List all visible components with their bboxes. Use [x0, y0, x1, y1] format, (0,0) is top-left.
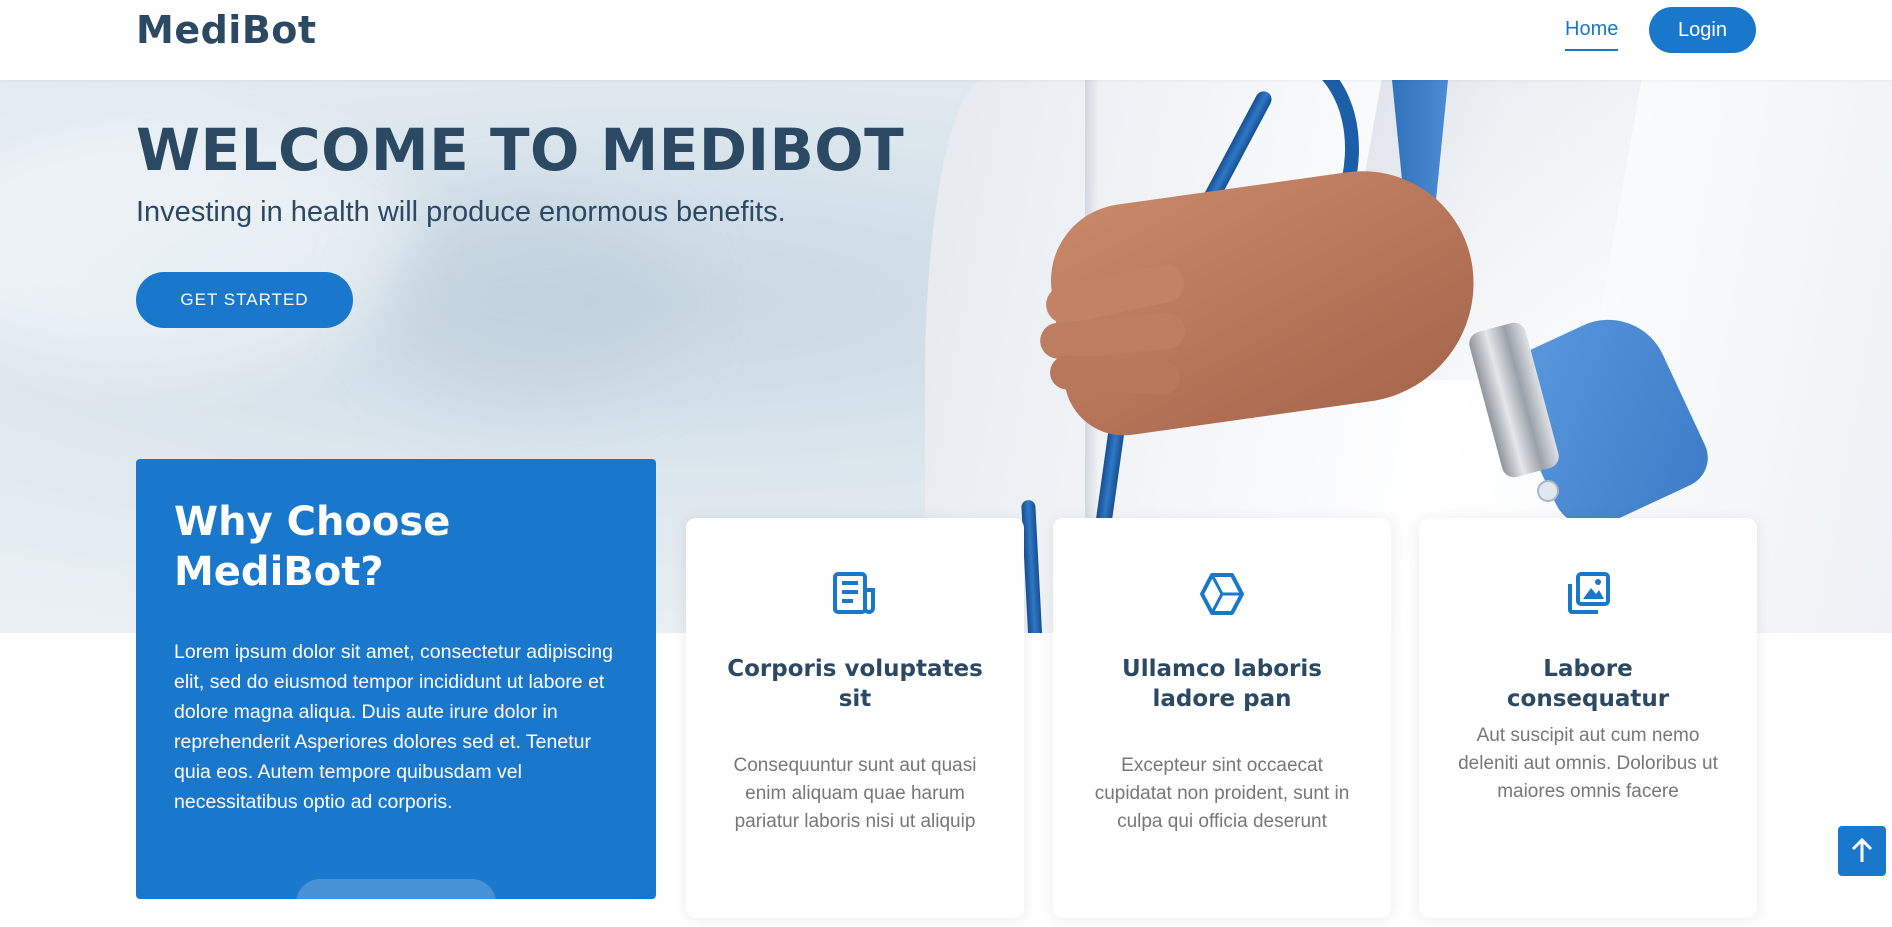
- cube-icon: [1200, 573, 1244, 615]
- nav-home-link[interactable]: Home: [1565, 18, 1619, 51]
- images-icon: [1568, 572, 1610, 614]
- back-to-top-button[interactable]: [1838, 826, 1886, 876]
- login-button[interactable]: Login: [1649, 7, 1756, 53]
- site-logo[interactable]: MediBot: [136, 8, 317, 52]
- hero-title: WELCOME TO MEDIBOT: [136, 116, 905, 184]
- feature-card: Labore consequatur Aut suscipit aut cum …: [1419, 518, 1757, 918]
- site-header: MediBot Home Login: [0, 0, 1892, 80]
- feature-card-title: Labore consequatur: [1506, 656, 1670, 712]
- feature-card-title: Corporis voluptates sit: [727, 656, 983, 712]
- learn-more-button[interactable]: [296, 879, 496, 927]
- feature-card-text: Aut suscipit aut cum nemo deleniti aut o…: [1458, 725, 1718, 802]
- hero-subtitle: Investing in health will produce enormou…: [136, 196, 786, 228]
- cuff-button: [1537, 480, 1559, 502]
- feature-card-text: Excepteur sint occaecat cupidatat non pr…: [1094, 755, 1350, 832]
- hero-background-shade: [380, 200, 680, 400]
- receipt-icon: [833, 572, 875, 614]
- feature-card: Corporis voluptates sit Consequuntur sun…: [686, 518, 1024, 918]
- feature-card-title: Ullamco laboris ladore pan: [1122, 656, 1322, 712]
- get-started-button[interactable]: GET STARTED: [136, 272, 353, 328]
- why-choose-title: Why Choose MediBot?: [174, 499, 451, 595]
- arrow-up-icon: [1851, 837, 1873, 862]
- feature-card-text: Consequuntur sunt aut quasi enim aliquam…: [733, 755, 977, 832]
- feature-card: Ullamco laboris ladore pan Excepteur sin…: [1053, 518, 1391, 918]
- doctor-finger: [1049, 354, 1181, 396]
- why-choose-text: Lorem ipsum dolor sit amet, consectetur …: [174, 641, 613, 813]
- why-choose-box: Why Choose MediBot? Lorem ipsum dolor si…: [136, 459, 656, 927]
